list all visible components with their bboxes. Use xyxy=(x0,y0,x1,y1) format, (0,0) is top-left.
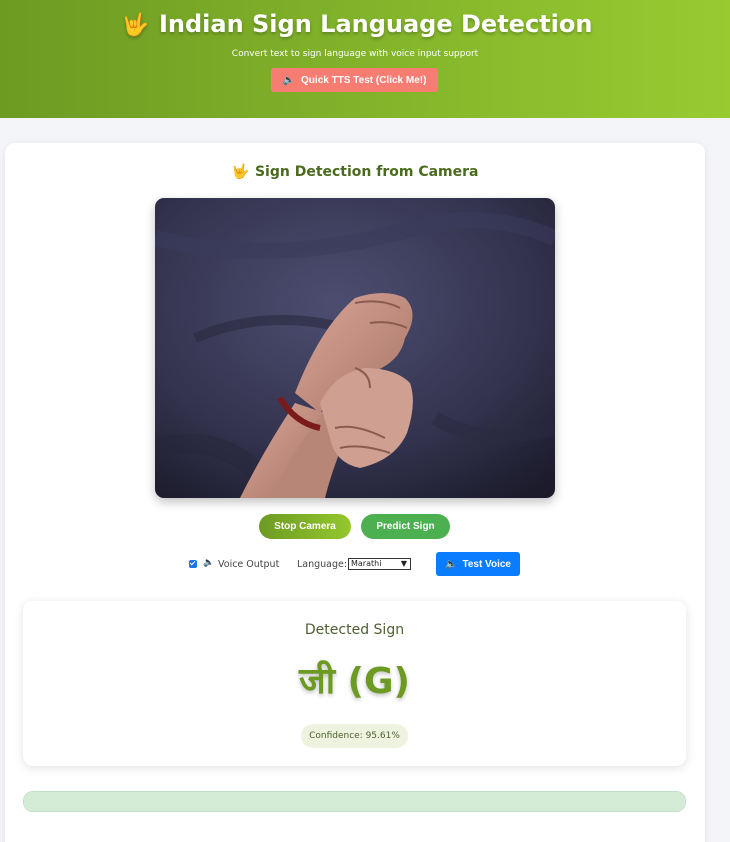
predict-sign-button[interactable]: Predict Sign xyxy=(361,514,450,539)
camera-frame xyxy=(155,198,555,498)
hand-sign-icon: 🤟 xyxy=(121,13,149,38)
chevron-down-icon: ▼ xyxy=(400,559,407,568)
hand-sign-icon: 🤟 xyxy=(231,164,249,180)
test-voice-button[interactable]: 🔈 Test Voice xyxy=(436,552,520,576)
speaker-icon: 🔈 xyxy=(282,74,296,86)
detected-sign-value: जी (G) xyxy=(298,661,411,702)
page-title: 🤟 Indian Sign Language Detection xyxy=(0,10,714,38)
status-bar-fill xyxy=(24,792,685,811)
speaker-icon: 🔈 xyxy=(445,558,458,570)
test-voice-label: Test Voice xyxy=(462,558,511,570)
confidence-badge: Confidence: 95.61% xyxy=(301,724,408,748)
detection-result-card: Detected Sign जी (G) Confidence: 95.61% xyxy=(23,601,686,766)
quick-tts-test-button[interactable]: 🔈 Quick TTS Test (Click Me!) xyxy=(271,68,438,92)
stop-camera-button[interactable]: Stop Camera xyxy=(259,514,351,539)
camera-video-feed xyxy=(155,198,555,498)
voice-controls: 🔈 Voice Output Language: Marathi ▼ 🔈 Test… xyxy=(5,552,705,578)
camera-card-title: 🤟 Sign Detection from Camera xyxy=(5,164,705,180)
language-select[interactable]: Marathi ▼ xyxy=(348,558,411,570)
camera-card: 🤟 Sign Detection from Camera Stop Camera… xyxy=(5,143,705,842)
detected-sign-title: Detected Sign xyxy=(304,622,405,638)
language-select-value: Marathi xyxy=(351,559,382,568)
page-title-text: Indian Sign Language Detection xyxy=(158,10,593,38)
voice-output-label: Voice Output xyxy=(218,559,280,570)
camera-card-title-text: Sign Detection from Camera xyxy=(254,164,479,180)
language-label: Language: xyxy=(297,559,348,570)
speaker-icon: 🔈 xyxy=(203,558,215,568)
page-subtitle: Convert text to sign language with voice… xyxy=(231,49,479,59)
header: 🤟 Indian Sign Language Detection Convert … xyxy=(0,0,730,118)
status-bar xyxy=(23,791,686,812)
tts-button-label: Quick TTS Test (Click Me!) xyxy=(301,74,427,86)
voice-output-checkbox[interactable] xyxy=(189,560,197,568)
